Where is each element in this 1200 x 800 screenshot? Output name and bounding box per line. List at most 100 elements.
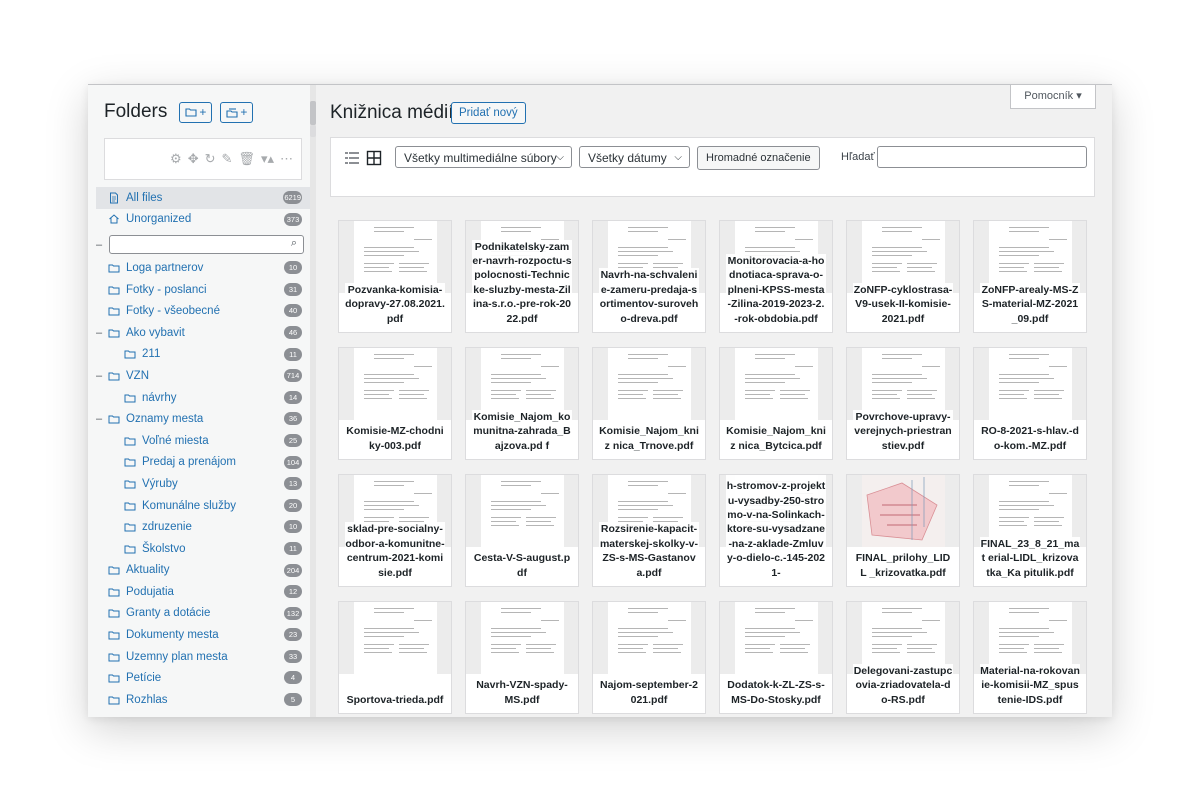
sort-icon[interactable]: ▾▴ (261, 151, 274, 167)
count-badge: 204 (284, 563, 302, 577)
media-tile[interactable]: FINAL_prilohy_LIDL _krizovatka.pdf (846, 474, 960, 587)
folder-item[interactable]: Voľné miesta 25 (96, 430, 310, 452)
folder-item[interactable]: Výruby 13 (96, 473, 310, 495)
folders-title: Folders (104, 101, 168, 122)
home-icon (109, 214, 119, 224)
bulk-select-button[interactable]: Hromadné označenie (697, 146, 820, 170)
file-name: Povrchove-upravy-verejnych-priestranstie… (853, 409, 953, 453)
media-tile[interactable]: Podnikatelsky-zamer-navrh-rozpoctu-spolo… (465, 220, 579, 333)
folder-item[interactable]: Aktuality 204 (96, 560, 310, 582)
media-tile[interactable]: Dodatok-k-ZL-ZS-s-MS-Do-Stosky.pdf (719, 601, 833, 714)
folder-search-input[interactable]: ⌕ (109, 235, 304, 254)
media-search-input[interactable] (877, 146, 1087, 168)
folder-label: návrhy (142, 391, 177, 404)
refresh-icon[interactable]: ↻ (205, 151, 216, 167)
media-tile[interactable]: sklad-pre-socialny-odbor-a-komunitne-cen… (338, 474, 452, 587)
media-tile[interactable]: ZoNFP-arealy-MS-ZS-material-MZ-2021_09.p… (973, 220, 1087, 333)
media-tile[interactable]: Delegovani-zastupcovia-zriadovatela-do-R… (846, 601, 960, 714)
folder-item[interactable]: Predaj a prenájom 104 (96, 452, 310, 474)
media-tile[interactable]: Navrh-na-schvalenie-zameru-predaja-sorti… (592, 220, 706, 333)
gear-icon[interactable]: ⚙ (170, 151, 182, 167)
media-tile[interactable]: Material-na-rokovanie-komisii-MZ_spusten… (973, 601, 1087, 714)
collapse-toggle[interactable]: – (96, 239, 102, 251)
media-type-select[interactable]: Všetky multimediálne súbory ⌵ (395, 146, 572, 168)
folder-icon (108, 307, 120, 316)
folder-item[interactable]: All files 6219 (96, 187, 310, 209)
page-title: Knižnica médií (330, 102, 454, 123)
folder-item[interactable]: Fotky - všeobecné 40 (96, 300, 310, 322)
folder-item[interactable]: Loga partnerov 10 (96, 257, 310, 279)
folder-icon (108, 631, 120, 640)
folder-item[interactable]: – Ako vybavit 46 (96, 322, 310, 344)
folder-item[interactable]: návrhy 14 (96, 387, 310, 409)
media-tile[interactable]: Monitorovacia-a-hodnotiaca-sprava-o-plne… (719, 220, 833, 333)
help-tab[interactable]: Pomocník ▾ (1010, 85, 1096, 109)
pdf-thumbnail (720, 602, 832, 674)
date-select[interactable]: Všetky dátumy ⌵ (579, 146, 690, 168)
file-name: Monitorovacia-a-hodnotiaca-sprava-o-plne… (726, 253, 826, 326)
folder-icon (108, 286, 120, 295)
collapse-toggle[interactable]: – (96, 327, 106, 339)
media-tile[interactable]: Komisie-MZ-chodniky-003.pdf (338, 347, 452, 460)
pencil-icon[interactable]: ✎ (222, 151, 233, 167)
count-badge: 6219 (283, 191, 302, 204)
new-folder-button[interactable]: + (179, 101, 213, 123)
media-tile[interactable]: ZoNFP-cyklostrasa-V9-usek-II-komisie-202… (846, 220, 960, 333)
folder-item[interactable]: zdruzenie 10 (96, 516, 310, 538)
media-tile[interactable]: Komisie_Najom_kniz nica_Trnove.pdf (592, 347, 706, 460)
media-tile[interactable]: Navrh-VZN-spady-MS.pdf (465, 601, 579, 714)
trash-icon[interactable]: 🗑 (238, 151, 255, 167)
new-folder-plus: + (199, 105, 207, 119)
media-tile[interactable]: Cesta-V-S-august.pdf (465, 474, 579, 587)
chevron-down-icon: ⌵ (674, 152, 682, 163)
search-label: Hľadať (841, 151, 875, 163)
count-badge: 373 (284, 212, 302, 226)
collapse-toggle[interactable]: – (96, 413, 106, 425)
folder-item[interactable]: Unorganized 373 (96, 209, 310, 231)
count-badge: 33 (284, 649, 302, 663)
count-badge: 23 (284, 628, 302, 642)
new-subfolder-button[interactable]: + (220, 101, 254, 123)
folder-item[interactable]: – VZN 714 (96, 365, 310, 387)
media-tile[interactable]: Najom-september-2021.pdf (592, 601, 706, 714)
folder-icon (124, 480, 136, 489)
move-icon[interactable]: ✥ (188, 151, 199, 167)
collapse-toggle[interactable]: – (96, 370, 106, 382)
folder-item[interactable]: 211 11 (96, 344, 310, 366)
folder-icon (124, 394, 136, 403)
file-name: Cesta-V-S-august.pdf (472, 551, 572, 580)
media-tile[interactable]: Pozvanka-komisia-dopravy-27.08.2021.pdf (338, 220, 452, 333)
more-icon[interactable]: ⋯ (280, 151, 293, 167)
folder-label: Výruby (142, 477, 178, 490)
folder-item[interactable]: Rozhlas 5 (96, 689, 310, 711)
folder-item[interactable]: Školstvo 11 (96, 538, 310, 560)
count-badge: 20 (284, 498, 302, 512)
list-view-icon[interactable] (344, 150, 360, 166)
media-tile[interactable]: Komisie_Najom_kniz nica_Bytcica.pdf (719, 347, 833, 460)
folder-label: Fotky - poslanci (126, 283, 207, 296)
folder-label: Aktuality (126, 564, 170, 577)
document-preview-icon (862, 475, 945, 547)
folder-item[interactable]: Podujatia 12 (96, 581, 310, 603)
folder-item[interactable]: Komunálne služby 20 (96, 495, 310, 517)
folder-item[interactable]: Dokumenty mesta 23 (96, 624, 310, 646)
media-tile[interactable]: Presadenie-deviatich-stromov-z-projektu-… (719, 474, 833, 587)
folder-label: Komunálne služby (142, 499, 236, 512)
folder-item[interactable]: – Oznamy mesta 36 (96, 408, 310, 430)
grid-view-icon[interactable] (366, 150, 382, 166)
media-tile[interactable]: Povrchove-upravy-verejnych-priestranstie… (846, 347, 960, 460)
add-new-button[interactable]: Pridať nový (451, 102, 526, 124)
file-name: FINAL_23_8_21_mat erial-LIDL_krizovatka_… (980, 536, 1080, 580)
folder-item[interactable]: Granty a dotácie 132 (96, 603, 310, 625)
media-tile[interactable]: Komisie_Najom_ko munitna-zahrada_Bajzova… (465, 347, 579, 460)
document-preview-icon (608, 348, 691, 420)
folder-item[interactable]: Fotky - poslanci 31 (96, 279, 310, 301)
media-tile[interactable]: Rozsirenie-kapacit-materskej-skolky-v-ZS… (592, 474, 706, 587)
media-tile[interactable]: RO-8-2021-s-hlav.-do-kom.-MZ.pdf (973, 347, 1087, 460)
file-name: Navrh-na-schvalenie-zameru-predaja-sorti… (599, 268, 699, 326)
pdf-thumbnail (974, 348, 1086, 420)
media-tile[interactable]: FINAL_23_8_21_mat erial-LIDL_krizovatka_… (973, 474, 1087, 587)
folder-item[interactable]: Uzemny plan mesta 33 (96, 646, 310, 668)
media-tile[interactable]: Sportova-trieda.pdf (338, 601, 452, 714)
folder-item[interactable]: Petície 4 (96, 667, 310, 689)
